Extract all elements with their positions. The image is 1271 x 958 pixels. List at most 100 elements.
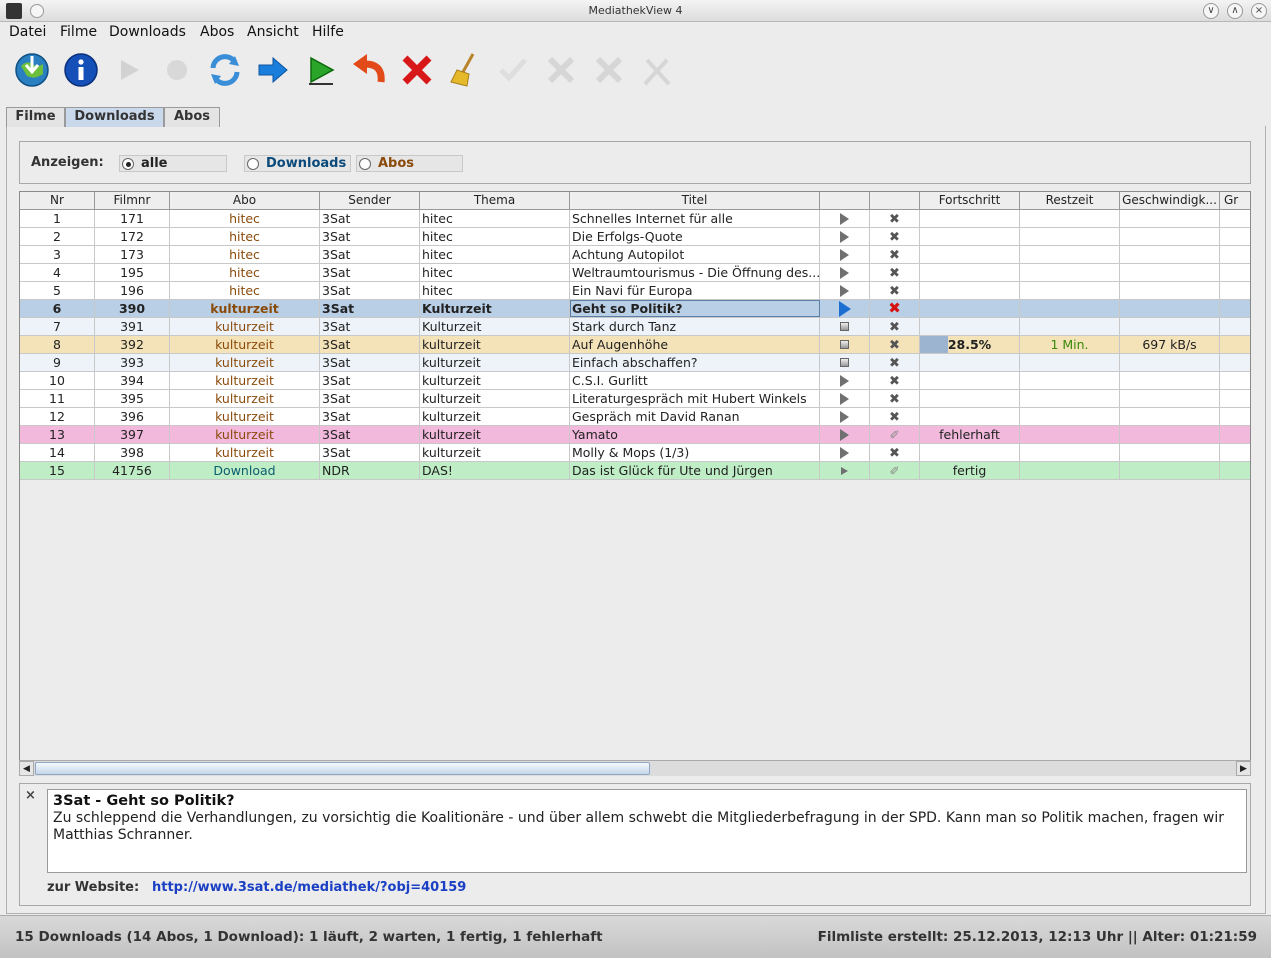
maximize-icon[interactable]: ∧ xyxy=(1227,3,1243,19)
cell-action[interactable] xyxy=(820,354,870,371)
header-nr[interactable]: Nr xyxy=(20,192,95,209)
cell-action[interactable] xyxy=(820,390,870,407)
website-link[interactable]: http://www.3sat.de/mediathek/?obj=40159 xyxy=(152,880,466,895)
cell-remove[interactable]: ✖ xyxy=(870,264,920,281)
cell-remove[interactable]: ✖ xyxy=(870,444,920,461)
menu-hilfe[interactable]: Hilfe xyxy=(312,24,344,40)
tab-filme[interactable]: Filme xyxy=(6,107,65,127)
undo-arrow-icon[interactable] xyxy=(349,50,389,90)
cell-remove[interactable]: ✖ xyxy=(870,210,920,227)
tab-abos[interactable]: Abos xyxy=(164,107,220,127)
table-row[interactable]: 6 390 kulturzeit 3Sat Kulturzeit Geht so Poli… xyxy=(20,300,1250,318)
header-action[interactable] xyxy=(820,192,870,209)
broom-icon[interactable] xyxy=(445,50,485,90)
cell-action[interactable] xyxy=(820,246,870,263)
tools-disabled-icon[interactable] xyxy=(637,50,677,90)
table-row[interactable]: 2 172 hitec 3Sat hitec Die Erfolgs-Quote ✖ xyxy=(20,228,1250,246)
minimize-icon[interactable]: ∨ xyxy=(1203,3,1219,19)
cell-remove[interactable]: ✖ xyxy=(870,336,920,353)
cell-remove[interactable]: ✐ xyxy=(870,426,920,443)
header-abo[interactable]: Abo xyxy=(170,192,320,209)
table-row[interactable]: 3 173 hitec 3Sat hitec Achtung Autopilot ✖ xyxy=(20,246,1250,264)
delete-x-icon[interactable] xyxy=(397,50,437,90)
cell-fortschritt xyxy=(920,282,1020,299)
cell-remove[interactable]: ✖ xyxy=(870,300,920,317)
cell-remove[interactable]: ✖ xyxy=(870,354,920,371)
cell-action[interactable] xyxy=(820,300,870,317)
cell-remove[interactable]: ✖ xyxy=(870,390,920,407)
cell-remove[interactable]: ✖ xyxy=(870,246,920,263)
cell-action[interactable] xyxy=(820,336,870,353)
menu-datei[interactable]: Datei xyxy=(9,24,46,40)
cell-remove[interactable]: ✖ xyxy=(870,318,920,335)
scroll-left-icon[interactable]: ◀ xyxy=(19,761,34,776)
header-sender[interactable]: Sender xyxy=(320,192,420,209)
table-row[interactable]: 1 171 hitec 3Sat hitec Schnelles Internet für… xyxy=(20,210,1250,228)
close-info-icon[interactable]: × xyxy=(25,788,36,803)
table-row[interactable]: 5 196 hitec 3Sat hitec Ein Navi für Europa ✖ xyxy=(20,282,1250,300)
header-titel[interactable]: Titel xyxy=(570,192,820,209)
header-restzeit[interactable]: Restzeit xyxy=(1020,192,1120,209)
header-geschwindigkeit[interactable]: Geschwindigk... xyxy=(1120,192,1220,209)
scrollbar-thumb[interactable] xyxy=(35,762,650,775)
forward-arrow-icon[interactable] xyxy=(253,50,293,90)
radio-alle[interactable]: alle xyxy=(119,155,227,172)
x-disabled-icon[interactable] xyxy=(589,50,629,90)
table-row[interactable]: 9 393 kulturzeit 3Sat kulturzeit Einfach absc… xyxy=(20,354,1250,372)
play-icon xyxy=(840,249,849,261)
play-icon xyxy=(840,393,849,405)
table-row[interactable]: 13 397 kulturzeit 3Sat kulturzeit Yamato ✐ fehl… xyxy=(20,426,1250,444)
cell-action[interactable] xyxy=(820,426,870,443)
cell-action[interactable] xyxy=(820,318,870,335)
cell-action[interactable] xyxy=(820,210,870,227)
header-fortschritt[interactable]: Fortschritt xyxy=(920,192,1020,209)
horizontal-scrollbar[interactable]: ◀ ▶ xyxy=(19,760,1251,776)
cell-abo: hitec xyxy=(170,210,320,227)
cell-action[interactable] xyxy=(820,372,870,389)
cell-action[interactable] xyxy=(820,282,870,299)
cell-action[interactable] xyxy=(820,444,870,461)
x-disabled-icon[interactable] xyxy=(541,50,581,90)
cell-action[interactable] xyxy=(820,462,870,479)
play-green-icon[interactable] xyxy=(301,50,341,90)
table-row[interactable]: 4 195 hitec 3Sat hitec Weltraumtourismus - Di… xyxy=(20,264,1250,282)
tab-downloads[interactable]: Downloads xyxy=(65,107,164,127)
refresh-icon[interactable] xyxy=(205,50,245,90)
cell-titel: Achtung Autopilot xyxy=(570,246,820,263)
table-row[interactable]: 7 391 kulturzeit 3Sat Kulturzeit Stark durch … xyxy=(20,318,1250,336)
table-row[interactable]: 12 396 kulturzeit 3Sat kulturzeit Gespräch mi… xyxy=(20,408,1250,426)
header-remove[interactable] xyxy=(870,192,920,209)
menu-downloads[interactable]: Downloads xyxy=(109,24,186,40)
menu-filme[interactable]: Filme xyxy=(60,24,97,40)
menu-ansicht[interactable]: Ansicht xyxy=(247,24,299,40)
cell-remove[interactable]: ✖ xyxy=(870,228,920,245)
info-icon[interactable] xyxy=(61,50,101,90)
table-row[interactable]: 15 41756 Download NDR DAS! Das ist Glück für … xyxy=(20,462,1250,480)
close-window-icon[interactable]: × xyxy=(1251,3,1267,19)
cell-action[interactable] xyxy=(820,408,870,425)
cell-groesse xyxy=(1220,372,1250,389)
downloads-table[interactable]: Nr Filmnr Abo Sender Thema Titel Fortsch… xyxy=(19,191,1251,776)
record-disabled-icon[interactable] xyxy=(157,50,197,90)
play-disabled-icon[interactable] xyxy=(109,50,149,90)
cell-action[interactable] xyxy=(820,228,870,245)
cell-remove[interactable]: ✖ xyxy=(870,282,920,299)
cell-remove[interactable]: ✖ xyxy=(870,408,920,425)
radio-abos[interactable]: Abos xyxy=(356,155,463,172)
radio-downloads[interactable]: Downloads xyxy=(244,155,351,172)
info-text-area[interactable]: 3Sat - Geht so Politik? Zu schleppend di… xyxy=(47,789,1247,873)
cell-remove[interactable]: ✖ xyxy=(870,372,920,389)
check-disabled-icon[interactable] xyxy=(493,50,533,90)
scroll-right-icon[interactable]: ▶ xyxy=(1236,761,1251,776)
header-filmnr[interactable]: Filmnr xyxy=(95,192,170,209)
table-row[interactable]: 14 398 kulturzeit 3Sat kulturzeit Molly & Mop… xyxy=(20,444,1250,462)
menu-abos[interactable]: Abos xyxy=(200,24,234,40)
cell-action[interactable] xyxy=(820,264,870,281)
table-row[interactable]: 8 392 kulturzeit 3Sat kulturzeit Auf Augenhöh… xyxy=(20,336,1250,354)
header-thema[interactable]: Thema xyxy=(420,192,570,209)
cell-remove[interactable]: ✐ xyxy=(870,462,920,479)
header-groesse[interactable]: Gr xyxy=(1220,192,1250,209)
download-globe-icon[interactable] xyxy=(13,50,53,90)
table-row[interactable]: 11 395 kulturzeit 3Sat kulturzeit Literaturge… xyxy=(20,390,1250,408)
table-row[interactable]: 10 394 kulturzeit 3Sat kulturzeit C.S.I. Gurl… xyxy=(20,372,1250,390)
